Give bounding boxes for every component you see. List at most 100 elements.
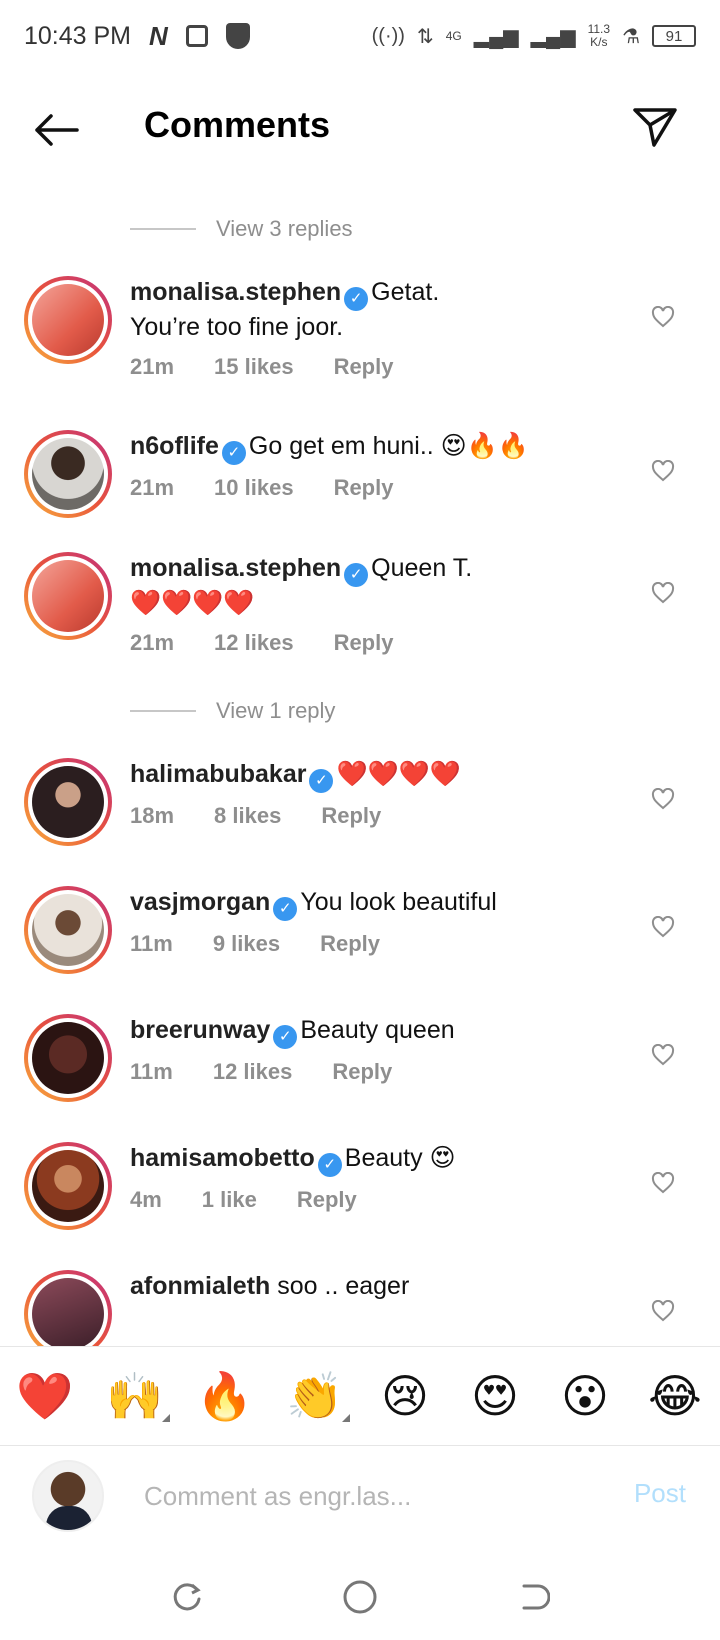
comment-input[interactable]: [144, 1468, 584, 1524]
back-button[interactable]: [28, 104, 84, 156]
comment-body: Beauty queen: [300, 1016, 455, 1044]
like-button[interactable]: [648, 784, 678, 814]
emoji-raised-hands[interactable]: 🙌: [100, 1369, 170, 1424]
like-button[interactable]: [648, 1168, 678, 1198]
signal-icon: ▂▄▆: [473, 25, 519, 48]
recent-apps-button[interactable]: [157, 1567, 217, 1627]
avatar[interactable]: [24, 552, 112, 640]
comment-username[interactable]: afonmialeth: [130, 1272, 270, 1300]
comment-time: 21m: [130, 354, 175, 379]
emoji-raised-hands-glyph: 🙌: [106, 1368, 164, 1423]
reply-button[interactable]: Reply: [321, 803, 381, 829]
comment-composer: Post: [0, 1446, 720, 1554]
home-button[interactable]: [330, 1567, 390, 1627]
comment-username[interactable]: monalisa.stephen: [130, 554, 341, 582]
view-replies-link[interactable]: View 1 reply: [130, 698, 335, 724]
arrow-left-icon: [35, 114, 79, 146]
comment-meta: 11m 9 likes Reply: [130, 931, 630, 957]
reply-button[interactable]: Reply: [297, 1187, 357, 1213]
comment-likes[interactable]: 10 likes: [214, 475, 294, 501]
like-button[interactable]: [648, 578, 678, 608]
heart-outline-icon: [651, 306, 675, 328]
emoji-heart[interactable]: ❤️: [10, 1369, 80, 1424]
skin-tone-indicator: [342, 1413, 350, 1422]
emoji-heart-eyes[interactable]: 😍: [460, 1369, 530, 1423]
verified-badge-icon: ✓: [273, 1025, 298, 1049]
my-avatar: [32, 1460, 104, 1532]
comments-list[interactable]: View 3 replies monalisa.stephen ✓ Getat. Y…: [0, 178, 720, 1346]
avatar[interactable]: [24, 758, 112, 846]
avatar[interactable]: [24, 1014, 112, 1102]
reply-button[interactable]: Reply: [334, 475, 394, 501]
message-icon: [185, 25, 208, 47]
comment-username[interactable]: vasjmorgan: [130, 888, 270, 916]
avatar[interactable]: [24, 1142, 112, 1230]
comment-body: soo .. eager: [277, 1272, 410, 1300]
comment-username[interactable]: n6oflife: [130, 432, 219, 460]
emoji-cry[interactable]: 😢: [370, 1369, 440, 1423]
heart-outline-icon: [651, 1172, 675, 1194]
avatar[interactable]: [24, 886, 112, 974]
shield-icon: [225, 23, 250, 49]
like-button[interactable]: [648, 1040, 678, 1070]
status-bar: 10:43 PM N ((·)) ⇅ 4G ▂▄▆ ▂▄▆ 11.3 K/s ⚗…: [0, 0, 720, 72]
like-button[interactable]: [648, 912, 678, 942]
view-replies-label: View 3 replies: [216, 216, 353, 241]
comment-time: 11m: [130, 1059, 173, 1084]
comment-body: ❤️❤️❤️❤️: [336, 760, 461, 788]
comment-text: afonmialeth soo .. eager: [130, 1270, 630, 1303]
comment-username[interactable]: hamisamobetto: [130, 1144, 315, 1172]
comment-likes[interactable]: 9 likes: [213, 931, 280, 957]
n-app-icon: N: [149, 20, 168, 51]
comment-likes[interactable]: 8 likes: [214, 803, 281, 829]
comment-body: Beauty 😍: [344, 1144, 456, 1172]
comment-text: hamisamobetto ✓ Beauty 😍: [130, 1142, 630, 1177]
comment-text: n6oflife ✓ Go get em huni.. 😍🔥🔥: [130, 430, 630, 465]
like-button[interactable]: [648, 1296, 678, 1326]
home-circle-icon: [343, 1580, 377, 1614]
comment-likes[interactable]: 1 like: [202, 1187, 257, 1213]
view-replies-link[interactable]: View 3 replies: [130, 216, 353, 242]
post-button[interactable]: Post: [634, 1478, 686, 1509]
verified-badge-icon: ✓: [344, 563, 369, 587]
comment-meta: 21m 12 likes Reply: [130, 630, 630, 656]
avatar[interactable]: [24, 276, 112, 364]
system-nav-bar: [0, 1554, 720, 1640]
heart-outline-icon: [651, 916, 675, 938]
comment-likes[interactable]: 12 likes: [214, 630, 294, 656]
back-nav-button[interactable]: [503, 1567, 563, 1627]
like-button[interactable]: [648, 456, 678, 486]
comment-username[interactable]: monalisa.stephen: [130, 278, 341, 306]
comment-text: monalisa.stephen ✓ Getat. You’re too fine …: [130, 276, 630, 344]
comment-likes[interactable]: 12 likes: [213, 1059, 293, 1085]
comment-username[interactable]: breerunway: [130, 1016, 270, 1044]
comment-likes[interactable]: 15 likes: [214, 354, 294, 380]
divider-line: [130, 710, 196, 712]
like-button[interactable]: [648, 302, 678, 332]
comment-username[interactable]: halimabubakar: [130, 760, 306, 788]
comment-text: breerunway ✓ Beauty queen: [130, 1014, 630, 1049]
battery-indicator: 91: [652, 25, 696, 47]
reply-button[interactable]: Reply: [334, 354, 394, 380]
data-arrows-icon: ⇅: [416, 25, 434, 48]
emoji-fire[interactable]: 🔥: [190, 1369, 260, 1424]
avatar[interactable]: [24, 430, 112, 518]
emoji-laugh[interactable]: 😂: [640, 1369, 710, 1423]
share-button[interactable]: [628, 100, 682, 154]
emoji-clap[interactable]: 👏: [280, 1369, 350, 1424]
divider-line: [130, 228, 196, 230]
net-speed: 11.3 K/s: [587, 22, 611, 49]
hotspot-icon: ((·)): [371, 24, 405, 47]
reply-button[interactable]: Reply: [320, 931, 380, 957]
heart-outline-icon: [651, 1044, 675, 1066]
reply-button[interactable]: Reply: [334, 630, 394, 656]
comment-text: monalisa.stephen ✓ Queen T. ❤️❤️❤️❤️: [130, 552, 630, 620]
reply-button[interactable]: Reply: [332, 1059, 392, 1085]
comment-body: You look beautiful: [300, 888, 497, 916]
emoji-clap-glyph: 👏: [286, 1368, 344, 1423]
paper-plane-icon: [633, 108, 677, 147]
avatar[interactable]: [24, 1270, 112, 1346]
heart-outline-icon: [651, 788, 675, 810]
emoji-quick-bar: ❤️ 🙌 🔥 👏 😢 😍 😮 😂: [0, 1346, 720, 1446]
emoji-surprised[interactable]: 😮: [550, 1369, 620, 1423]
